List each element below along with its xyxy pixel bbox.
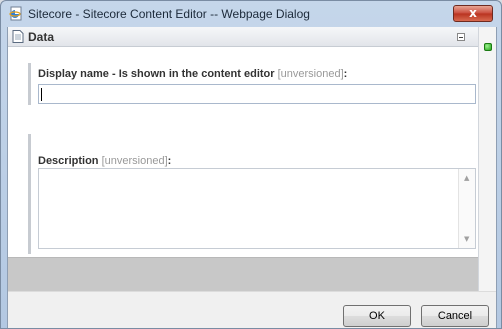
display-name-label-text: Display name - Is shown in the content e…	[38, 68, 275, 80]
green-status-icon	[484, 43, 492, 51]
close-button[interactable]: x	[453, 5, 493, 22]
empty-panel	[8, 257, 478, 291]
field-marker	[28, 134, 31, 254]
scroll-up-icon[interactable]: ▲	[464, 174, 469, 182]
description-label: Description [unversioned]:	[38, 154, 171, 168]
collapse-minus-icon[interactable]	[457, 33, 465, 41]
validation-rail	[478, 27, 496, 328]
description-textarea[interactable]: ▲ ▼	[38, 168, 476, 249]
display-name-colon: :	[343, 68, 348, 80]
section-title: Data	[28, 30, 55, 44]
document-icon	[12, 30, 24, 43]
description-label-text: Description	[38, 155, 99, 167]
section-header[interactable]: Data	[8, 27, 478, 47]
display-name-label: Display name - Is shown in the content e…	[38, 67, 347, 81]
description-colon: :	[167, 155, 172, 167]
description-scrollbar[interactable]: ▲ ▼	[458, 169, 475, 248]
dialog-footer: OK Cancel	[8, 291, 496, 328]
display-name-input[interactable]	[38, 84, 476, 104]
description-unversioned-tag: [unversioned]	[101, 155, 168, 167]
field-marker	[28, 63, 31, 105]
dialog-client-area: Data Display name - Is shown in the cont…	[7, 27, 497, 328]
display-name-unversioned-tag: [unversioned]	[277, 68, 344, 80]
section-content: Display name - Is shown in the content e…	[8, 47, 478, 257]
ok-button[interactable]: OK	[343, 305, 411, 327]
close-icon: x	[469, 6, 477, 20]
ie-page-icon	[9, 6, 22, 21]
dialog-window: Sitecore - Sitecore Content Editor -- We…	[0, 0, 502, 329]
text-caret	[41, 88, 42, 101]
title-bar[interactable]: Sitecore - Sitecore Content Editor -- We…	[1, 1, 501, 27]
cancel-button[interactable]: Cancel	[421, 305, 489, 327]
window-title: Sitecore - Sitecore Content Editor -- We…	[28, 7, 310, 21]
scroll-down-icon[interactable]: ▼	[464, 235, 469, 243]
